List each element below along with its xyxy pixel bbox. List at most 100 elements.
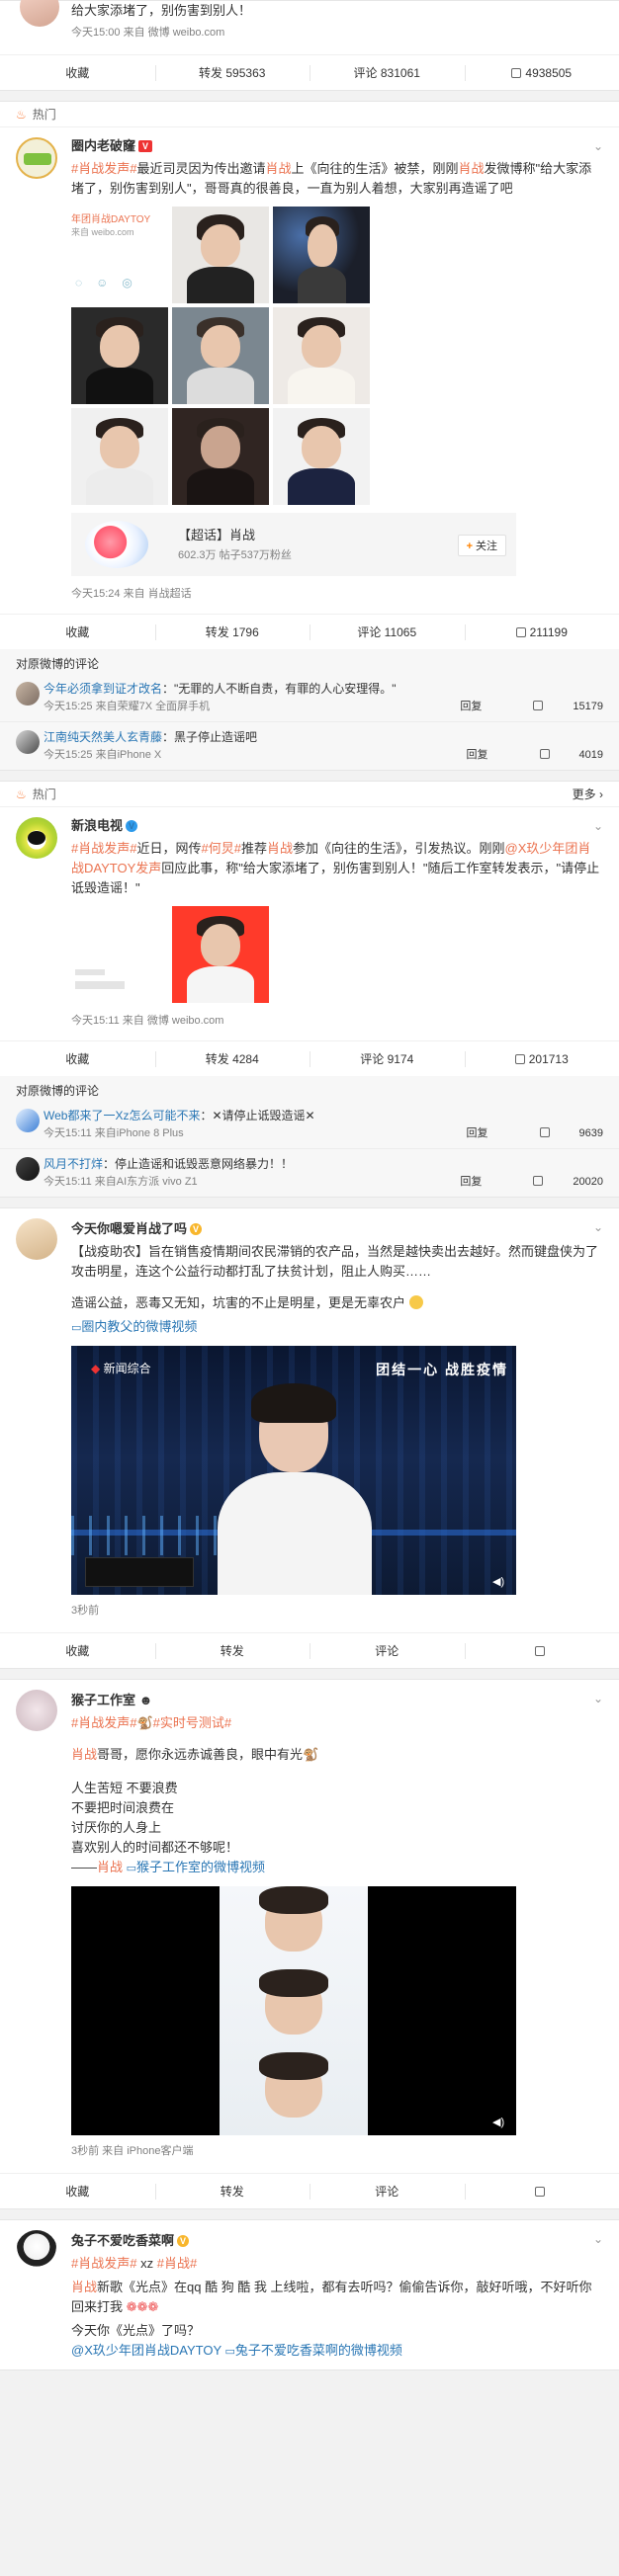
reply-button[interactable]: 回复	[460, 1176, 482, 1188]
repost-button[interactable]: 转发 1796	[154, 615, 310, 649]
mention-link[interactable]: 肖战	[71, 2280, 97, 2294]
comment-button[interactable]: 评论	[310, 1633, 465, 1668]
post-text: 今天你《光点》了吗？	[71, 2323, 201, 2338]
comment-user[interactable]: 江南纯天然美人玄青藤	[44, 730, 162, 744]
comment-button[interactable]: 评论 11065	[310, 615, 465, 649]
reply-button[interactable]: 回复	[467, 1127, 488, 1139]
chevron-down-icon[interactable]: ⌄	[593, 819, 603, 833]
avatar[interactable]	[16, 1157, 40, 1181]
like-button[interactable]: 201713	[464, 1041, 619, 1076]
reply-button[interactable]: 回复	[460, 701, 482, 712]
volume-icon[interactable]: ◀)	[492, 1575, 506, 1588]
comment-user[interactable]: Web都来了一Xz怎么可能不来	[44, 1109, 200, 1122]
comment-item: Web都来了一Xz怎么可能不来：✕请停止诋毁造谣✕ 今天15:11 来自iPho…	[0, 1101, 619, 1148]
favorite-button[interactable]: 收藏	[0, 1633, 155, 1668]
comment-text: ：黑子停止造谣吧	[162, 730, 258, 744]
comment-text: ："无罪的人不断自责，有罪的人心安理得。"	[162, 682, 397, 696]
user-name[interactable]: 新浪电视 V	[71, 817, 603, 835]
repost-button[interactable]: 转发	[154, 2174, 310, 2208]
comment-item: 今年必须拿到证才改名："无罪的人不断自责，有罪的人心安理得。" 今天15:25 …	[0, 674, 619, 721]
video-link[interactable]: ▭圈内教父的微博视频	[71, 1317, 603, 1338]
video-player[interactable]: ◆ 新闻综合 团结一心 战胜疫情 ◀)	[71, 1346, 516, 1595]
user-name[interactable]: 猴子工作室 ☻	[71, 1692, 603, 1709]
post-image[interactable]	[172, 906, 269, 1003]
hashtag[interactable]: #肖战发声#	[71, 2256, 136, 2271]
post-tags: #肖战发声# xz #肖战#	[71, 2256, 198, 2271]
chevron-down-icon[interactable]: ⌄	[593, 2232, 603, 2246]
video-icon: ▭	[224, 2346, 235, 2358]
avatar[interactable]	[16, 137, 57, 179]
video-link[interactable]: ▭猴子工作室的微博视频	[127, 1860, 265, 1874]
comment-user[interactable]: 风月不打烊	[44, 1157, 103, 1171]
post-meta: 今天15:24 来自 肖战超话	[71, 588, 192, 600]
super-topic-card[interactable]: 【超话】肖战 602.3万 帖子537万粉丝 + 关注	[71, 513, 516, 576]
like-count: 4938505	[525, 66, 573, 80]
action-bar: 收藏 转发 595363 评论 831061 4938505	[0, 54, 619, 90]
repost-button[interactable]: 转发 4284	[154, 1041, 310, 1076]
post-image[interactable]	[172, 307, 269, 404]
comment-button[interactable]: 评论	[310, 2174, 465, 2208]
post-image[interactable]	[172, 408, 269, 505]
post-text: @X玖少年团肖战DAYTOY ▭兔子不爱吃香菜啊的微博视频	[71, 2341, 603, 2362]
user-name[interactable]: 今天你嗯爱肖战了吗 V	[71, 1220, 603, 1238]
more-link[interactable]: 更多 ›	[573, 782, 603, 807]
action-bar: 收藏 转发 评论	[0, 2173, 619, 2208]
comment-like-button[interactable]: 15179	[507, 701, 603, 712]
image-grid: 年团肖战DAYTOY 来自 weibo.com ◌ ☺ ◎	[71, 207, 603, 303]
post-image[interactable]	[273, 408, 370, 505]
post-image[interactable]	[273, 207, 370, 303]
comment-user[interactable]: 今年必须拿到证才改名	[44, 682, 162, 696]
post-meta: 3秒前	[71, 1605, 100, 1617]
avatar[interactable]	[16, 2230, 57, 2272]
user-name[interactable]: 圈内老破窿 V	[71, 137, 603, 155]
comment-button[interactable]: 评论 9174	[310, 1041, 465, 1076]
user-name[interactable]: 兔子不爱吃香菜啊 V	[71, 2232, 603, 2250]
chevron-down-icon[interactable]: ⌄	[593, 1692, 603, 1705]
post-image[interactable]	[71, 307, 168, 404]
avatar[interactable]	[16, 817, 57, 859]
post-image[interactable]	[172, 207, 269, 303]
like-button[interactable]	[464, 1633, 619, 1668]
like-button[interactable]: 4938505	[464, 55, 619, 90]
hashtag[interactable]: #实时号测试#	[153, 1715, 231, 1730]
post-text: 喜欢别人的时间都还不够呢！	[71, 1840, 239, 1855]
chevron-down-icon[interactable]: ⌄	[593, 139, 603, 153]
like-button[interactable]	[464, 2174, 619, 2208]
comment-button[interactable]: 评论 831061	[310, 55, 465, 90]
avatar[interactable]	[20, 0, 59, 27]
image-grid	[71, 906, 603, 1003]
like-button[interactable]: 211199	[464, 615, 619, 649]
repost-button[interactable]: 转发	[154, 1633, 310, 1668]
avatar[interactable]	[16, 730, 40, 754]
reply-button[interactable]: 回复	[467, 749, 488, 761]
favorite-button[interactable]: 收藏	[0, 615, 155, 649]
hashtag[interactable]: #肖战#	[157, 2256, 197, 2271]
post-card: ⌄ 兔子不爱吃香菜啊 V #肖战发声# xz #肖战# 肖战新歌《光点》在qq 酷…	[0, 2219, 619, 2370]
bell-icon: ◎	[122, 276, 133, 290]
avatar[interactable]	[16, 1109, 40, 1132]
chevron-down-icon[interactable]: ⌄	[593, 1220, 603, 1234]
post-image[interactable]	[71, 906, 168, 1003]
comment-like-button[interactable]: 20020	[507, 1176, 603, 1188]
favorite-button[interactable]: 收藏	[0, 2174, 155, 2208]
post-image[interactable]	[273, 307, 370, 404]
video-player[interactable]: ◀)	[71, 1886, 516, 2135]
hashtag[interactable]: #肖战发声#	[71, 1715, 136, 1730]
favorite-button[interactable]: 收藏	[0, 1041, 155, 1076]
mention-link[interactable]: @X玖少年团肖战DAYTOY	[71, 2343, 221, 2358]
post-text: 讨厌你的人身上	[71, 1820, 162, 1835]
avatar[interactable]	[16, 1690, 57, 1731]
avatar[interactable]	[16, 682, 40, 706]
follow-button[interactable]: + 关注	[457, 535, 506, 556]
repost-button[interactable]: 转发 595363	[154, 55, 310, 90]
comment-like-button[interactable]: 9639	[514, 1127, 603, 1139]
favorite-button[interactable]: 收藏	[0, 55, 155, 90]
volume-icon[interactable]: ◀)	[492, 2116, 506, 2128]
video-link[interactable]: ▭兔子不爱吃香菜啊的微博视频	[225, 2343, 402, 2358]
reaction-icons: ◌ ☺ ◎	[75, 276, 133, 290]
vip-badge-icon: V	[138, 140, 153, 152]
avatar[interactable]	[16, 1218, 57, 1260]
post-image[interactable]: 年团肖战DAYTOY 来自 weibo.com ◌ ☺ ◎	[71, 207, 168, 303]
post-image[interactable]	[71, 408, 168, 505]
comment-like-button[interactable]: 4019	[514, 749, 603, 761]
